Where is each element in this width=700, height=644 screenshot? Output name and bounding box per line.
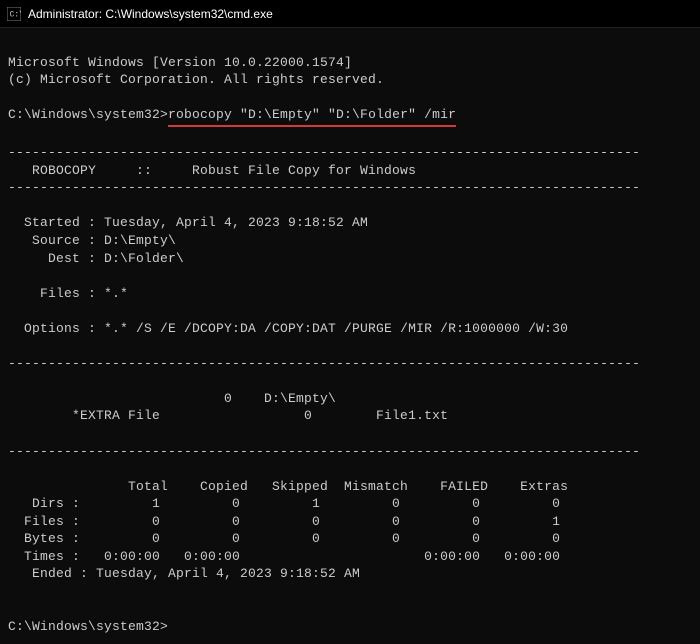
dest-label: Dest : — [8, 251, 96, 266]
summary-dirs: Dirs : 1 0 1 0 0 0 — [8, 496, 560, 511]
started-value: Tuesday, April 4, 2023 9:18:52 AM — [96, 215, 368, 230]
options-label: Options : — [8, 321, 96, 336]
ended-label: Ended : — [8, 566, 88, 581]
divider: ----------------------------------------… — [8, 145, 640, 160]
summary-times: Times : 0:00:00 0:00:00 0:00:00 0:00:00 — [8, 549, 560, 564]
options-value: *.* /S /E /DCOPY:DA /COPY:DAT /PURGE /MI… — [96, 321, 568, 336]
prompt-path: C:\Windows\system32> — [8, 107, 168, 122]
terminal-output[interactable]: Microsoft Windows [Version 10.0.22000.15… — [0, 28, 700, 644]
prompt-path: C:\Windows\system32> — [8, 619, 168, 634]
files-label: Files : — [8, 286, 96, 301]
source-value: D:\Empty\ — [96, 233, 176, 248]
entered-command: robocopy "D:\Empty" "D:\Folder" /mir — [168, 106, 456, 127]
copyright-line: (c) Microsoft Corporation. All rights re… — [8, 72, 384, 87]
source-label: Source : — [8, 233, 96, 248]
started-label: Started : — [8, 215, 96, 230]
summary-files: Files : 0 0 0 0 0 1 — [8, 514, 560, 529]
cmd-icon: C:\ — [6, 6, 22, 22]
svg-text:C:\: C:\ — [10, 10, 21, 19]
divider: ----------------------------------------… — [8, 356, 640, 371]
divider: ----------------------------------------… — [8, 444, 640, 459]
summary-header: Total Copied Skipped Mismatch FAILED Ext… — [8, 479, 568, 494]
divider: ----------------------------------------… — [8, 180, 640, 195]
ended-value: Tuesday, April 4, 2023 9:18:52 AM — [88, 566, 360, 581]
window-titlebar: C:\ Administrator: C:\Windows\system32\c… — [0, 0, 700, 28]
dest-value: D:\Folder\ — [96, 251, 184, 266]
listing-row: *EXTRA File 0 File1.txt — [8, 408, 448, 423]
files-value: *.* — [96, 286, 128, 301]
robocopy-banner: ROBOCOPY :: Robust File Copy for Windows — [8, 163, 656, 178]
summary-bytes: Bytes : 0 0 0 0 0 0 — [8, 531, 560, 546]
listing-row: 0 D:\Empty\ — [8, 391, 336, 406]
os-version-line: Microsoft Windows [Version 10.0.22000.15… — [8, 55, 352, 70]
window-title: Administrator: C:\Windows\system32\cmd.e… — [28, 7, 273, 21]
